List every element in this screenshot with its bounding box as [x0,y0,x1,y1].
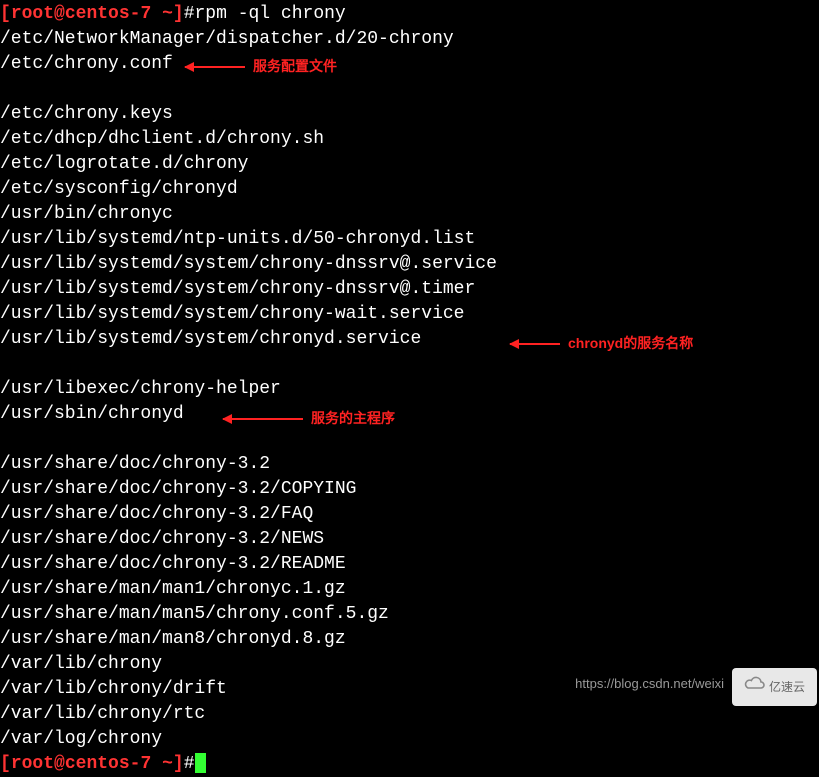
prompt-user: root [11,754,54,774]
file-path: /etc/dhcp/dhclient.d/chrony.sh [0,129,324,149]
file-path: /etc/chrony.conf [0,54,173,74]
output-line: /etc/dhcp/dhclient.d/chrony.sh [0,127,819,152]
file-path: /usr/share/doc/chrony-3.2/NEWS [0,529,324,549]
output-line: /etc/chrony.conf 服务配置文件 [0,52,819,102]
annotation-text: 服务的主程序 [311,406,395,431]
output-line: /usr/lib/systemd/system/chrony-wait.serv… [0,302,819,327]
prompt-hash: # [184,754,195,774]
file-path: /usr/share/doc/chrony-3.2/COPYING [0,479,356,499]
file-path: /usr/bin/chronyc [0,204,173,224]
watermark-text: https://blog.csdn.net/weixi [575,671,724,696]
output-line: /usr/share/doc/chrony-3.2/NEWS [0,527,819,552]
bracket-open: [ [0,754,11,774]
file-path: /usr/lib/systemd/system/chrony-dnssrv@.t… [0,279,475,299]
output-line: /usr/share/man/man5/chrony.conf.5.gz [0,602,819,627]
output-line: /usr/lib/systemd/system/chrony-dnssrv@.t… [0,277,819,302]
output-line: /usr/share/man/man1/chronyc.1.gz [0,577,819,602]
output-line: /var/lib/chrony/rtc [0,702,819,727]
output-line: /usr/lib/systemd/system/chrony-dnssrv@.s… [0,252,819,277]
file-path: /var/lib/chrony/drift [0,679,227,699]
output-line: /usr/share/doc/chrony-3.2/README [0,552,819,577]
prompt-at: @ [54,4,65,24]
output-line: /var/log/chrony [0,727,819,752]
file-path: /usr/lib/systemd/system/chrony-dnssrv@.s… [0,254,497,274]
file-path: /etc/chrony.keys [0,104,173,124]
output-line: /usr/lib/systemd/ntp-units.d/50-chronyd.… [0,227,819,252]
output-line: /usr/sbin/chronyd 服务的主程序 [0,402,819,452]
bracket-open: [ [0,4,11,24]
annotation-text: 服务配置文件 [253,54,337,79]
file-path: /usr/share/doc/chrony-3.2/FAQ [0,504,313,524]
file-path: /etc/logrotate.d/chrony [0,154,248,174]
prompt-path: ~ [151,4,173,24]
file-path: /usr/share/doc/chrony-3.2 [0,454,270,474]
output-line: /usr/share/doc/chrony-3.2 [0,452,819,477]
output-line: /etc/sysconfig/chronyd [0,177,819,202]
file-path: /usr/share/man/man8/chronyd.8.gz [0,629,346,649]
annotation-service: chronyd的服务名称 [510,331,693,356]
bracket-close: ] [173,754,184,774]
file-path: /usr/libexec/chrony-helper [0,379,281,399]
file-path: /usr/share/man/man1/chronyc.1.gz [0,579,346,599]
file-path: /var/log/chrony [0,729,162,749]
arrow-icon [185,66,245,68]
file-path: /usr/sbin/chronyd [0,404,184,424]
annotation-sbin: 服务的主程序 [223,406,395,431]
prompt-hash: # [184,4,195,24]
prompt-host: centos-7 [65,754,151,774]
file-path: /usr/lib/systemd/system/chrony-wait.serv… [0,304,464,324]
cloud-icon [744,675,766,700]
prompt-user: root [11,4,54,24]
logo-badge: 亿速云 [732,668,817,706]
bracket-close: ] [173,4,184,24]
prompt-at: @ [54,754,65,774]
output-line: /etc/logrotate.d/chrony [0,152,819,177]
file-path: /etc/sysconfig/chronyd [0,179,238,199]
file-path: /etc/NetworkManager/dispatcher.d/20-chro… [0,29,454,49]
prompt-host: centos-7 [65,4,151,24]
output-line: /usr/lib/systemd/system/chronyd.service … [0,327,819,377]
file-path: /usr/lib/systemd/system/chronyd.service [0,329,421,349]
prompt-line-1: [root@centos-7 ~]#rpm -ql chrony [0,2,819,27]
output-line: /etc/NetworkManager/dispatcher.d/20-chro… [0,27,819,52]
output-line: /etc/chrony.keys [0,102,819,127]
file-path: /usr/share/doc/chrony-3.2/README [0,554,346,574]
arrow-icon [510,343,560,345]
file-path: /var/lib/chrony/rtc [0,704,205,724]
logo-text: 亿速云 [769,675,805,700]
annotation-text: chronyd的服务名称 [568,331,693,356]
prompt-path: ~ [151,754,173,774]
cursor-icon [195,753,206,773]
command-text: rpm -ql chrony [195,4,346,24]
output-line: /usr/libexec/chrony-helper [0,377,819,402]
arrow-icon [223,418,303,420]
output-line: /usr/share/doc/chrony-3.2/COPYING [0,477,819,502]
output-line: /usr/bin/chronyc [0,202,819,227]
file-path: /var/lib/chrony [0,654,162,674]
file-path: /usr/lib/systemd/ntp-units.d/50-chronyd.… [0,229,475,249]
output-line: /usr/share/doc/chrony-3.2/FAQ [0,502,819,527]
annotation-conf: 服务配置文件 [185,54,337,79]
file-path: /usr/share/man/man5/chrony.conf.5.gz [0,604,389,624]
prompt-line-2[interactable]: [root@centos-7 ~]# [0,752,819,777]
output-line: /usr/share/man/man8/chronyd.8.gz [0,627,819,652]
